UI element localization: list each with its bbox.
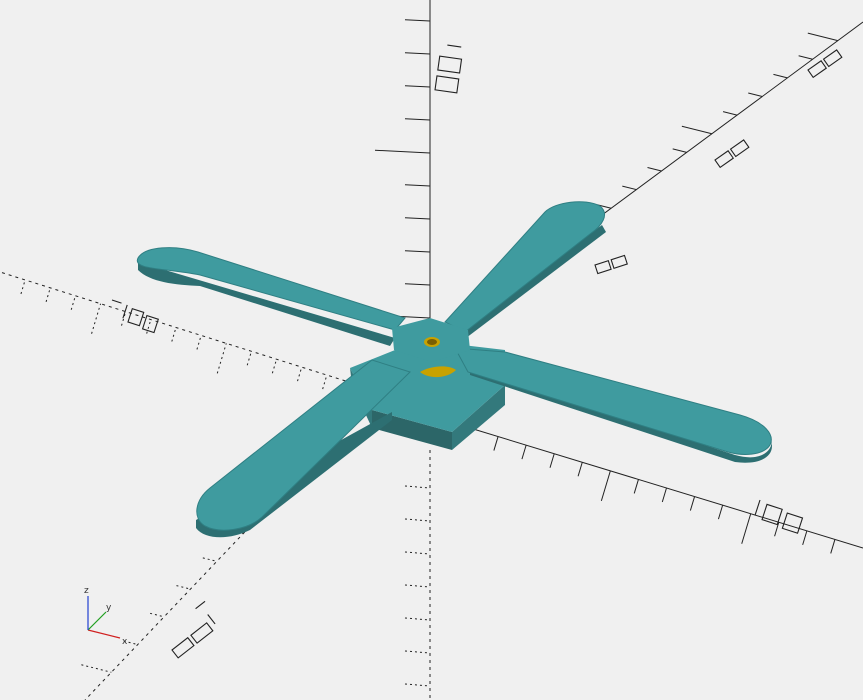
y-scale-label-20 [594,254,628,275]
z-tick-negative [404,617,431,621]
x-tick [802,530,808,546]
y-tick [748,92,763,97]
x-tick [633,479,639,494]
z-tick [404,19,431,22]
x-tick-negative [297,366,303,382]
blade-back-right[interactable] [444,201,606,338]
y-tick [647,167,662,172]
x-tick [689,496,696,511]
z-tick [404,217,431,220]
x-tick-negative [20,279,26,295]
z-tick [374,149,431,154]
gizmo-z-label: z [84,586,89,596]
x-tick-negative [196,335,202,350]
z-tick [404,250,431,253]
x-tick-negative [91,303,102,334]
x-tick-negative [271,359,278,374]
z-tick-negative [404,650,431,654]
z-tick-negative [404,683,431,687]
y-tick-negative [81,664,112,673]
gizmo-x-label: x [122,637,128,647]
gizmo-y-label: y [106,603,112,613]
x-tick [741,513,752,544]
y-scale-label-50 [714,139,750,169]
z-tick-negative [404,551,431,555]
scene-canvas[interactable]: x y z [0,0,863,700]
y-tick [681,125,712,135]
z-tick-negative [404,584,431,588]
y-tick [622,185,637,191]
y-tick [672,148,687,153]
x-tick [521,444,527,460]
y-tick-negative [202,557,217,562]
x-tick-negative [322,374,328,390]
z-tick-negative [404,485,431,489]
x-tick [600,470,611,502]
x-tick-negative [70,295,76,310]
x-tick [493,436,499,451]
x-tick [549,453,555,468]
x-tick-negative [216,343,227,374]
y-tick-negative [176,585,191,590]
y-tick [798,55,813,60]
y-tick-negative [149,612,165,618]
z-tick [404,184,431,187]
x-tick-negative [45,287,51,303]
x-scale-label-neg100 [111,299,160,334]
z-tick [404,52,431,55]
x-tick [717,504,724,520]
x-tick-negative [121,311,127,326]
blade-back-left[interactable] [136,247,406,346]
x-tick [661,487,667,503]
gizmo-y-icon [87,611,107,631]
z-scale-label-100 [434,44,463,94]
x-tick-negative [246,351,252,366]
z-tick-negative [404,518,431,522]
z-tick [404,283,431,286]
blade-front-left[interactable] [196,359,411,538]
y-tick [807,32,838,42]
z-tick [404,85,431,88]
x-tick-negative [171,327,177,342]
x-tick [577,462,583,477]
propeller-model[interactable] [136,201,772,538]
gizmo-x-icon [87,629,121,639]
y-tick [773,73,788,79]
x-tick [830,539,836,554]
z-tick [404,118,431,121]
y-scale-label-80 [807,49,843,79]
3d-viewport[interactable]: x y z [0,0,863,700]
shaft-hole-inner [427,339,437,345]
axis-gizmo: x y z [84,586,128,647]
y-tick [722,111,738,116]
